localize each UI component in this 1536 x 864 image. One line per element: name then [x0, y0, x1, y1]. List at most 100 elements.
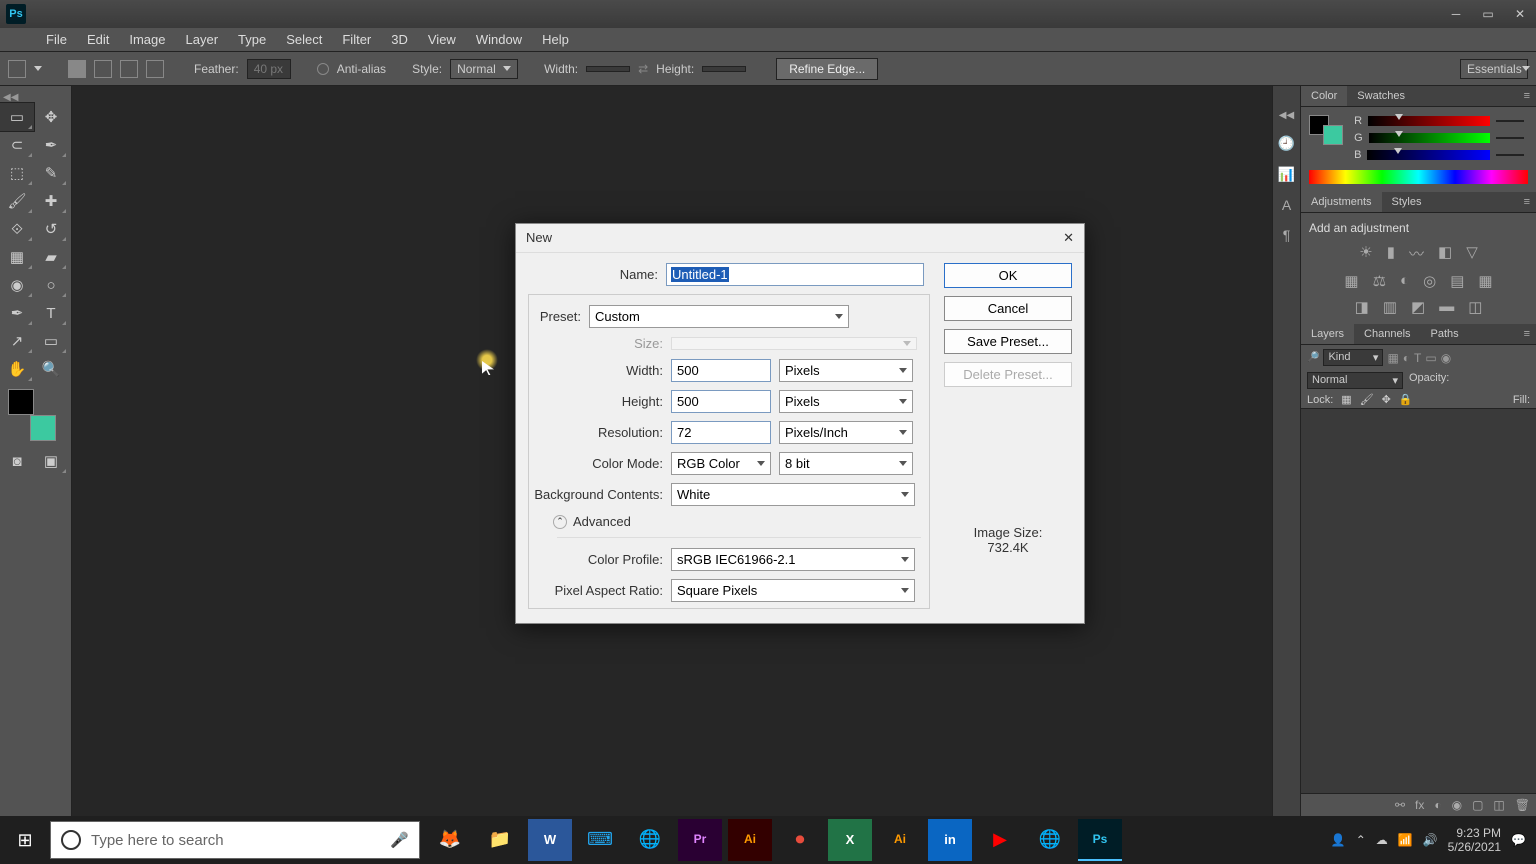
blur-tool[interactable]: ◉	[0, 271, 34, 299]
tray-notifications-icon[interactable]: 💬	[1511, 833, 1526, 847]
healing-tool[interactable]: ✚	[34, 187, 68, 215]
taskbar-search[interactable]: Type here to search 🎤	[50, 821, 420, 859]
selection-subtract-icon[interactable]	[120, 60, 138, 78]
type-tool[interactable]: T	[34, 299, 68, 327]
antialias-checkbox[interactable]	[317, 63, 329, 75]
newgroup-icon[interactable]: ▢	[1472, 798, 1483, 812]
tray-people-icon[interactable]: 👤	[1331, 833, 1346, 847]
taskbar-premiere[interactable]: Pr	[678, 819, 722, 861]
tab-channels[interactable]: Channels	[1354, 324, 1420, 344]
channelmixer-icon[interactable]: ▤	[1450, 272, 1464, 290]
menu-window[interactable]: Window	[468, 30, 530, 49]
screenmode-tool[interactable]: ▣	[34, 447, 68, 475]
hand-tool[interactable]: ✋	[0, 355, 34, 383]
pen-tool[interactable]: ✒	[0, 299, 34, 327]
brush-tool[interactable]: 🖌	[0, 187, 34, 215]
deletelayer-icon[interactable]: 🗑	[1515, 798, 1530, 812]
path-tool[interactable]: ↗	[0, 327, 34, 355]
width-input-dlg[interactable]	[671, 359, 771, 382]
save-preset-button[interactable]: Save Preset...	[944, 329, 1072, 354]
filter-adjust-icon[interactable]: ◐	[1403, 351, 1410, 365]
filter-pixel-icon[interactable]: ▦	[1387, 351, 1398, 365]
r-value[interactable]	[1496, 120, 1524, 122]
tool-preset-icon[interactable]	[8, 60, 26, 78]
exposure-icon[interactable]: ◧	[1438, 243, 1452, 264]
history-brush-tool[interactable]: ↺	[34, 215, 68, 243]
taskbar-linkedin[interactable]: in	[928, 819, 972, 861]
taskbar-youtube[interactable]: ▶	[978, 819, 1022, 861]
selection-add-icon[interactable]	[94, 60, 112, 78]
newfill-icon[interactable]: ◉	[1452, 798, 1462, 812]
menu-3d[interactable]: 3D	[383, 30, 416, 49]
marquee-tool[interactable]: ▭	[0, 103, 34, 131]
taskbar-edge[interactable]: 🌐	[1028, 819, 1072, 861]
quickmask-tool[interactable]: ◙	[0, 447, 34, 475]
lasso-tool[interactable]: ⊂	[0, 131, 34, 159]
color-swatch-panel[interactable]	[1309, 115, 1343, 145]
menu-select[interactable]: Select	[278, 30, 330, 49]
mic-icon[interactable]: 🎤	[390, 831, 409, 849]
taskbar-illustrator2[interactable]: Ai	[878, 819, 922, 861]
tray-clock[interactable]: 9:23 PM 5/26/2021	[1448, 826, 1501, 855]
layers-panel-menu[interactable]: ≡	[1518, 324, 1536, 344]
height-input-dlg[interactable]	[671, 390, 771, 413]
photofilter-icon[interactable]: ◎	[1423, 272, 1436, 290]
par-select[interactable]: Square Pixels	[671, 579, 915, 602]
refine-edge-button[interactable]: Refine Edge...	[776, 58, 878, 80]
resolution-input[interactable]	[671, 421, 771, 444]
dock-collapse-icon[interactable]: ◀◀	[1279, 110, 1294, 121]
threshold-icon[interactable]: ◩	[1411, 298, 1425, 316]
colorlookup-icon[interactable]: ▦	[1478, 272, 1492, 290]
toolbox-collapse[interactable]: ◀◀	[0, 92, 71, 103]
tray-up-icon[interactable]: ⌃	[1356, 833, 1366, 847]
filter-smart-icon[interactable]: ◉	[1441, 351, 1451, 365]
tray-wifi-icon[interactable]: 📶	[1398, 833, 1413, 847]
taskbar-firefox[interactable]: 🦊	[428, 819, 472, 861]
character-icon[interactable]: A	[1282, 197, 1291, 213]
gradientmap-icon[interactable]: ▬	[1439, 298, 1454, 316]
menu-type[interactable]: Type	[230, 30, 274, 49]
levels-icon[interactable]: ▮	[1387, 243, 1395, 264]
filter-kind-select[interactable]: Kind▾	[1323, 349, 1383, 366]
g-slider[interactable]	[1369, 133, 1490, 143]
preset-select[interactable]: Custom	[589, 305, 849, 328]
lock-all-icon[interactable]: 🔒	[1399, 393, 1413, 406]
clone-tool[interactable]: ⟐	[0, 215, 34, 243]
selectivecolor-icon[interactable]: ◫	[1468, 298, 1482, 316]
selection-intersect-icon[interactable]	[146, 60, 164, 78]
advanced-toggle[interactable]: ⌃	[553, 515, 567, 529]
menu-view[interactable]: View	[420, 30, 464, 49]
color-panel-menu[interactable]: ≡	[1518, 86, 1536, 106]
menu-file[interactable]: File	[38, 30, 75, 49]
invert-icon[interactable]: ◨	[1355, 298, 1369, 316]
taskbar-vscode[interactable]: ⌨	[578, 819, 622, 861]
gradient-tool[interactable]: ▦	[0, 243, 34, 271]
bitdepth-select[interactable]: 8 bit	[779, 452, 913, 475]
tray-volume-icon[interactable]: 🔊	[1423, 833, 1438, 847]
tab-styles[interactable]: Styles	[1382, 192, 1432, 212]
selection-new-icon[interactable]	[68, 60, 86, 78]
crop-tool[interactable]: ⬚	[0, 159, 34, 187]
tab-color[interactable]: Color	[1301, 86, 1347, 106]
b-value[interactable]	[1496, 154, 1524, 156]
vibrance-icon[interactable]: ▽	[1466, 243, 1478, 264]
minimize-button[interactable]: ─	[1440, 4, 1472, 24]
properties-icon[interactable]: 📊	[1278, 166, 1295, 183]
taskbar-illustrator[interactable]: Ai	[728, 819, 772, 861]
width-unit-select[interactable]: Pixels	[779, 359, 913, 382]
menu-layer[interactable]: Layer	[178, 30, 227, 49]
dialog-close-button[interactable]: ✕	[1063, 230, 1074, 246]
colormode-select[interactable]: RGB Color	[671, 452, 771, 475]
cancel-button[interactable]: Cancel	[944, 296, 1072, 321]
tray-onedrive-icon[interactable]: ☁	[1376, 833, 1388, 847]
g-value[interactable]	[1496, 137, 1524, 139]
menu-help[interactable]: Help	[534, 30, 577, 49]
height-unit-select[interactable]: Pixels	[779, 390, 913, 413]
start-button[interactable]: ⊞	[0, 816, 50, 864]
swap-icon[interactable]: ⇄	[638, 62, 648, 76]
lock-pixels-icon[interactable]: 🖌	[1360, 393, 1374, 406]
tool-preset-dropdown[interactable]	[34, 66, 42, 71]
bw-icon[interactable]: ◐	[1400, 272, 1409, 290]
close-button[interactable]: ✕	[1504, 4, 1536, 24]
layers-list[interactable]	[1301, 408, 1536, 794]
